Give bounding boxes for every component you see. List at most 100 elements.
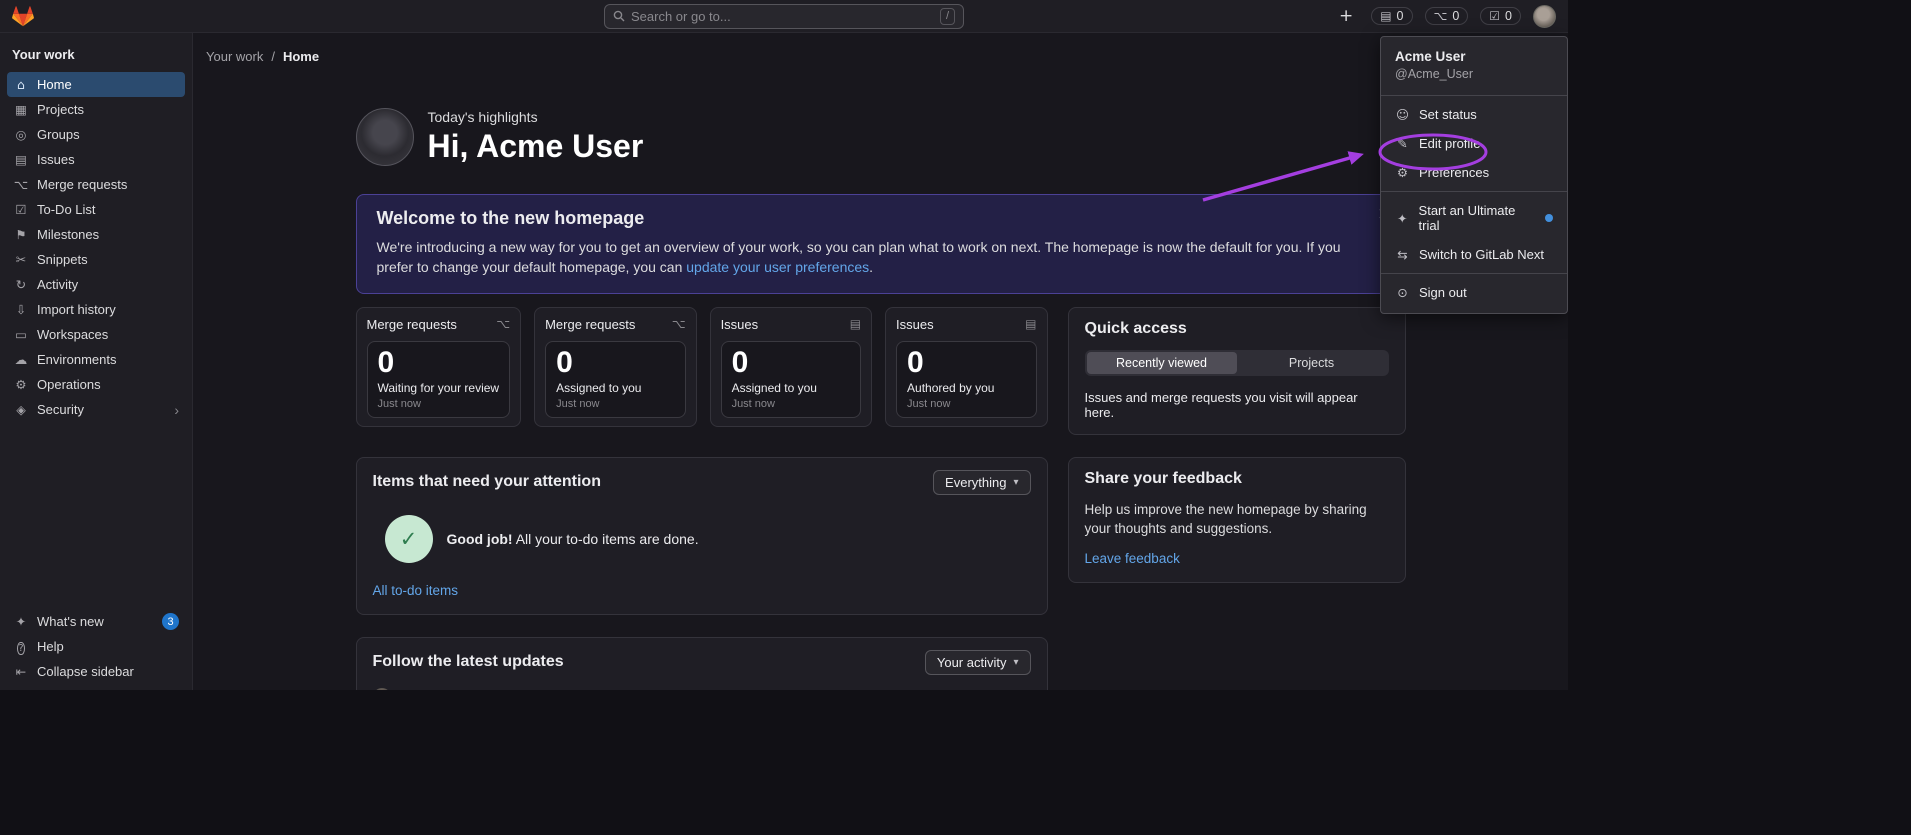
attention-message-rest: All your to-do items are done.: [513, 531, 699, 547]
issues-icon: ▤: [850, 317, 861, 331]
metric-label: Assigned to you: [732, 380, 850, 396]
menu-item-label: Sign out: [1419, 285, 1467, 300]
merge-requests-counter[interactable]: ⌥ 0: [1425, 7, 1469, 25]
create-new-button[interactable]: +: [1333, 6, 1359, 27]
main-content: Your work / Home Today's highlights Hi, …: [193, 33, 1568, 690]
metric-timestamp: Just now: [556, 398, 674, 411]
sidebar-item-label: Operations: [37, 377, 101, 392]
metric-card-issues-assigned: Issues ▤ 0 Assigned to you Just now: [710, 307, 872, 427]
desktop-background: / + ▤ 0 ⌥ 0 ☑ 0: [0, 0, 1911, 835]
metric-title: Merge requests: [367, 317, 457, 332]
welcome-banner: × Welcome to the new homepage We're intr…: [356, 194, 1406, 294]
all-todo-items-link[interactable]: All to-do items: [373, 583, 459, 598]
switch-arrows-icon: ⇆: [1395, 247, 1410, 262]
menu-item-set-status[interactable]: ☺ Set status: [1381, 100, 1567, 129]
sidebar-item-help[interactable]: ? Help: [7, 634, 185, 659]
sidebar-item-environments[interactable]: ☁ Environments: [7, 347, 185, 372]
user-dropdown-menu: Acme User @Acme_User ☺ Set status ✎ Edit…: [1380, 36, 1568, 314]
feed-avatar: [373, 688, 391, 690]
sidebar-item-snippets[interactable]: ✂ Snippets: [7, 247, 185, 272]
sidebar-item-groups[interactable]: ◎ Groups: [7, 122, 185, 147]
sidebar-item-whats-new[interactable]: ✦ What's new 3: [7, 609, 185, 634]
sidebar-item-label: Merge requests: [37, 177, 127, 192]
sidebar-item-todo-list[interactable]: ☑ To-Do List: [7, 197, 185, 222]
sidebar-item-activity[interactable]: ↻ Activity: [7, 272, 185, 297]
gitlab-logo[interactable]: [12, 6, 34, 27]
search-input[interactable]: [631, 9, 934, 24]
menu-item-preferences[interactable]: ⚙ Preferences: [1381, 158, 1567, 187]
menu-item-gitlab-next[interactable]: ⇆ Switch to GitLab Next: [1381, 240, 1567, 269]
sidebar-item-workspaces[interactable]: ▭ Workspaces: [7, 322, 185, 347]
help-icon: ?: [13, 639, 29, 655]
sidebar-item-import-history[interactable]: ⇩ Import history: [7, 297, 185, 322]
projects-icon: ▦: [13, 102, 29, 117]
updates-filter-dropdown[interactable]: Your activity ▾: [925, 650, 1031, 675]
sidebar: Your work ⌂ Home ▦ Projects ◎ Groups: [0, 33, 193, 690]
snippets-icon: ✂: [13, 252, 29, 267]
quick-access-empty-text: Issues and merge requests you visit will…: [1085, 390, 1389, 420]
feedback-panel: Share your feedback Help us improve the …: [1068, 457, 1406, 583]
attention-filter-label: Everything: [945, 475, 1006, 490]
sidebar-item-home[interactable]: ⌂ Home: [7, 72, 185, 97]
metric-timestamp: Just now: [907, 398, 1025, 411]
metric-card-issues-authored: Issues ▤ 0 Authored by you Just now: [885, 307, 1047, 427]
sidebar-nav: ⌂ Home ▦ Projects ◎ Groups ▤ Issues: [0, 72, 192, 422]
user-avatar[interactable]: [1533, 5, 1556, 28]
breadcrumb-separator: /: [271, 49, 275, 64]
attention-message-bold: Good job!: [447, 531, 513, 547]
metric-title: Issues: [896, 317, 934, 332]
metric-value: 0: [378, 346, 500, 380]
breadcrumb-your-work[interactable]: Your work: [206, 49, 263, 64]
breadcrumb-home[interactable]: Home: [283, 49, 319, 64]
page-title: Hi, Acme User: [428, 128, 644, 165]
sidebar-item-label: Import history: [37, 302, 116, 317]
whats-new-icon: ✦: [13, 614, 29, 629]
status-smiley-icon: ☺: [1395, 107, 1410, 122]
trial-icon: ✦: [1395, 211, 1410, 226]
sidebar-item-security[interactable]: ◈ Security ›: [7, 397, 185, 422]
menu-divider: [1381, 273, 1567, 274]
merge-request-icon: ⌥: [496, 317, 510, 331]
sidebar-item-label: Environments: [37, 352, 116, 367]
tab-projects[interactable]: Projects: [1237, 352, 1387, 374]
sidebar-item-operations[interactable]: ⚙ Operations: [7, 372, 185, 397]
feed-action-text: Joined project: [400, 689, 484, 690]
metric-value: 0: [732, 346, 850, 380]
tab-recently-viewed[interactable]: Recently viewed: [1087, 352, 1237, 374]
sidebar-item-label: Activity: [37, 277, 78, 292]
menu-item-ultimate-trial[interactable]: ✦ Start an Ultimate trial: [1381, 196, 1567, 240]
breadcrumb: Your work / Home: [193, 33, 1568, 64]
sidebar-item-label: Help: [37, 639, 64, 654]
update-preferences-link[interactable]: update your user preferences: [686, 259, 869, 275]
activity-icon: ↻: [13, 277, 29, 292]
feed-project-link[interactable]: invicti-security / Invicti ASPM / Demo L…: [493, 689, 772, 690]
leave-feedback-link[interactable]: Leave feedback: [1085, 551, 1180, 566]
attention-empty-state: ✓ Good job! All your to-do items are don…: [385, 515, 1031, 563]
topbar: / + ▤ 0 ⌥ 0 ☑ 0: [0, 0, 1568, 33]
attention-filter-dropdown[interactable]: Everything ▾: [933, 470, 1030, 495]
menu-divider: [1381, 95, 1567, 96]
updates-panel: Follow the latest updates Your activity …: [356, 637, 1048, 690]
sidebar-item-projects[interactable]: ▦ Projects: [7, 97, 185, 122]
menu-item-edit-profile[interactable]: ✎ Edit profile: [1381, 129, 1567, 158]
metric-card-mr-assigned: Merge requests ⌥ 0 Assigned to you Just …: [534, 307, 696, 427]
metric-title: Merge requests: [545, 317, 635, 332]
sidebar-item-merge-requests[interactable]: ⌥ Merge requests: [7, 172, 185, 197]
sidebar-item-collapse[interactable]: ⇤ Collapse sidebar: [7, 659, 185, 684]
gitlab-window: / + ▤ 0 ⌥ 0 ☑ 0: [0, 0, 1568, 690]
menu-item-sign-out[interactable]: ⊙ Sign out: [1381, 278, 1567, 307]
success-check-icon: ✓: [385, 515, 433, 563]
metric-timestamp: Just now: [732, 398, 850, 411]
merge-request-icon: ⌥: [13, 177, 29, 192]
chevron-down-icon: ▾: [1013, 657, 1018, 668]
todos-counter[interactable]: ☑ 0: [1480, 7, 1521, 25]
attention-panel: Items that need your attention Everythin…: [356, 457, 1048, 615]
sidebar-item-milestones[interactable]: ⚑ Milestones: [7, 222, 185, 247]
metric-box: 0 Authored by you Just now: [896, 341, 1036, 418]
issues-counter[interactable]: ▤ 0: [1371, 7, 1412, 25]
user-username: @Acme_User: [1395, 67, 1553, 81]
merge-requests-count: 0: [1452, 9, 1459, 23]
sidebar-item-issues[interactable]: ▤ Issues: [7, 147, 185, 172]
metric-value: 0: [556, 346, 674, 380]
search-bar[interactable]: /: [604, 4, 964, 29]
